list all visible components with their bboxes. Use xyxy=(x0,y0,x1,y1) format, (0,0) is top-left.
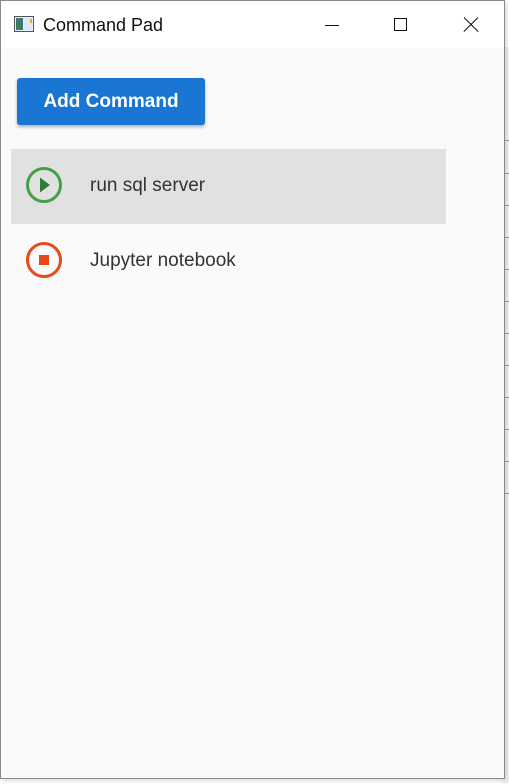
background-window-mark xyxy=(505,429,509,436)
background-window-mark xyxy=(505,301,509,308)
minimize-button[interactable] xyxy=(295,1,365,48)
close-button[interactable] xyxy=(435,1,505,48)
background-window-mark xyxy=(505,173,509,180)
command-label: run sql server xyxy=(90,175,206,196)
maximize-icon xyxy=(394,18,407,31)
command-item[interactable]: run sql server xyxy=(11,149,446,224)
background-window-mark xyxy=(505,333,509,340)
background-window-mark xyxy=(505,365,509,372)
window-title: Command Pad xyxy=(43,15,164,35)
background-window-mark xyxy=(505,269,509,276)
maximize-button[interactable] xyxy=(365,1,435,48)
background-window-mark xyxy=(505,205,509,212)
stop-circle-icon[interactable] xyxy=(25,241,63,279)
add-command-button[interactable]: Add Command xyxy=(17,78,205,125)
command-item[interactable]: Jupyter notebook xyxy=(11,224,446,299)
play-circle-icon[interactable] xyxy=(25,166,63,204)
background-window-mark xyxy=(505,140,509,147)
title-bar[interactable]: Command Pad xyxy=(1,1,504,48)
background-window-mark xyxy=(505,237,509,244)
minimize-icon xyxy=(325,25,339,26)
background-window-mark xyxy=(505,397,509,404)
command-list: run sql server Jupyter notebook xyxy=(11,149,446,299)
command-pad-window: Command Pad Add Command run sql server J… xyxy=(0,0,505,779)
app-window-icon xyxy=(14,16,34,32)
background-window-mark xyxy=(505,493,509,500)
background-window-mark xyxy=(505,461,509,468)
close-icon xyxy=(463,17,479,33)
command-label: Jupyter notebook xyxy=(90,250,236,271)
